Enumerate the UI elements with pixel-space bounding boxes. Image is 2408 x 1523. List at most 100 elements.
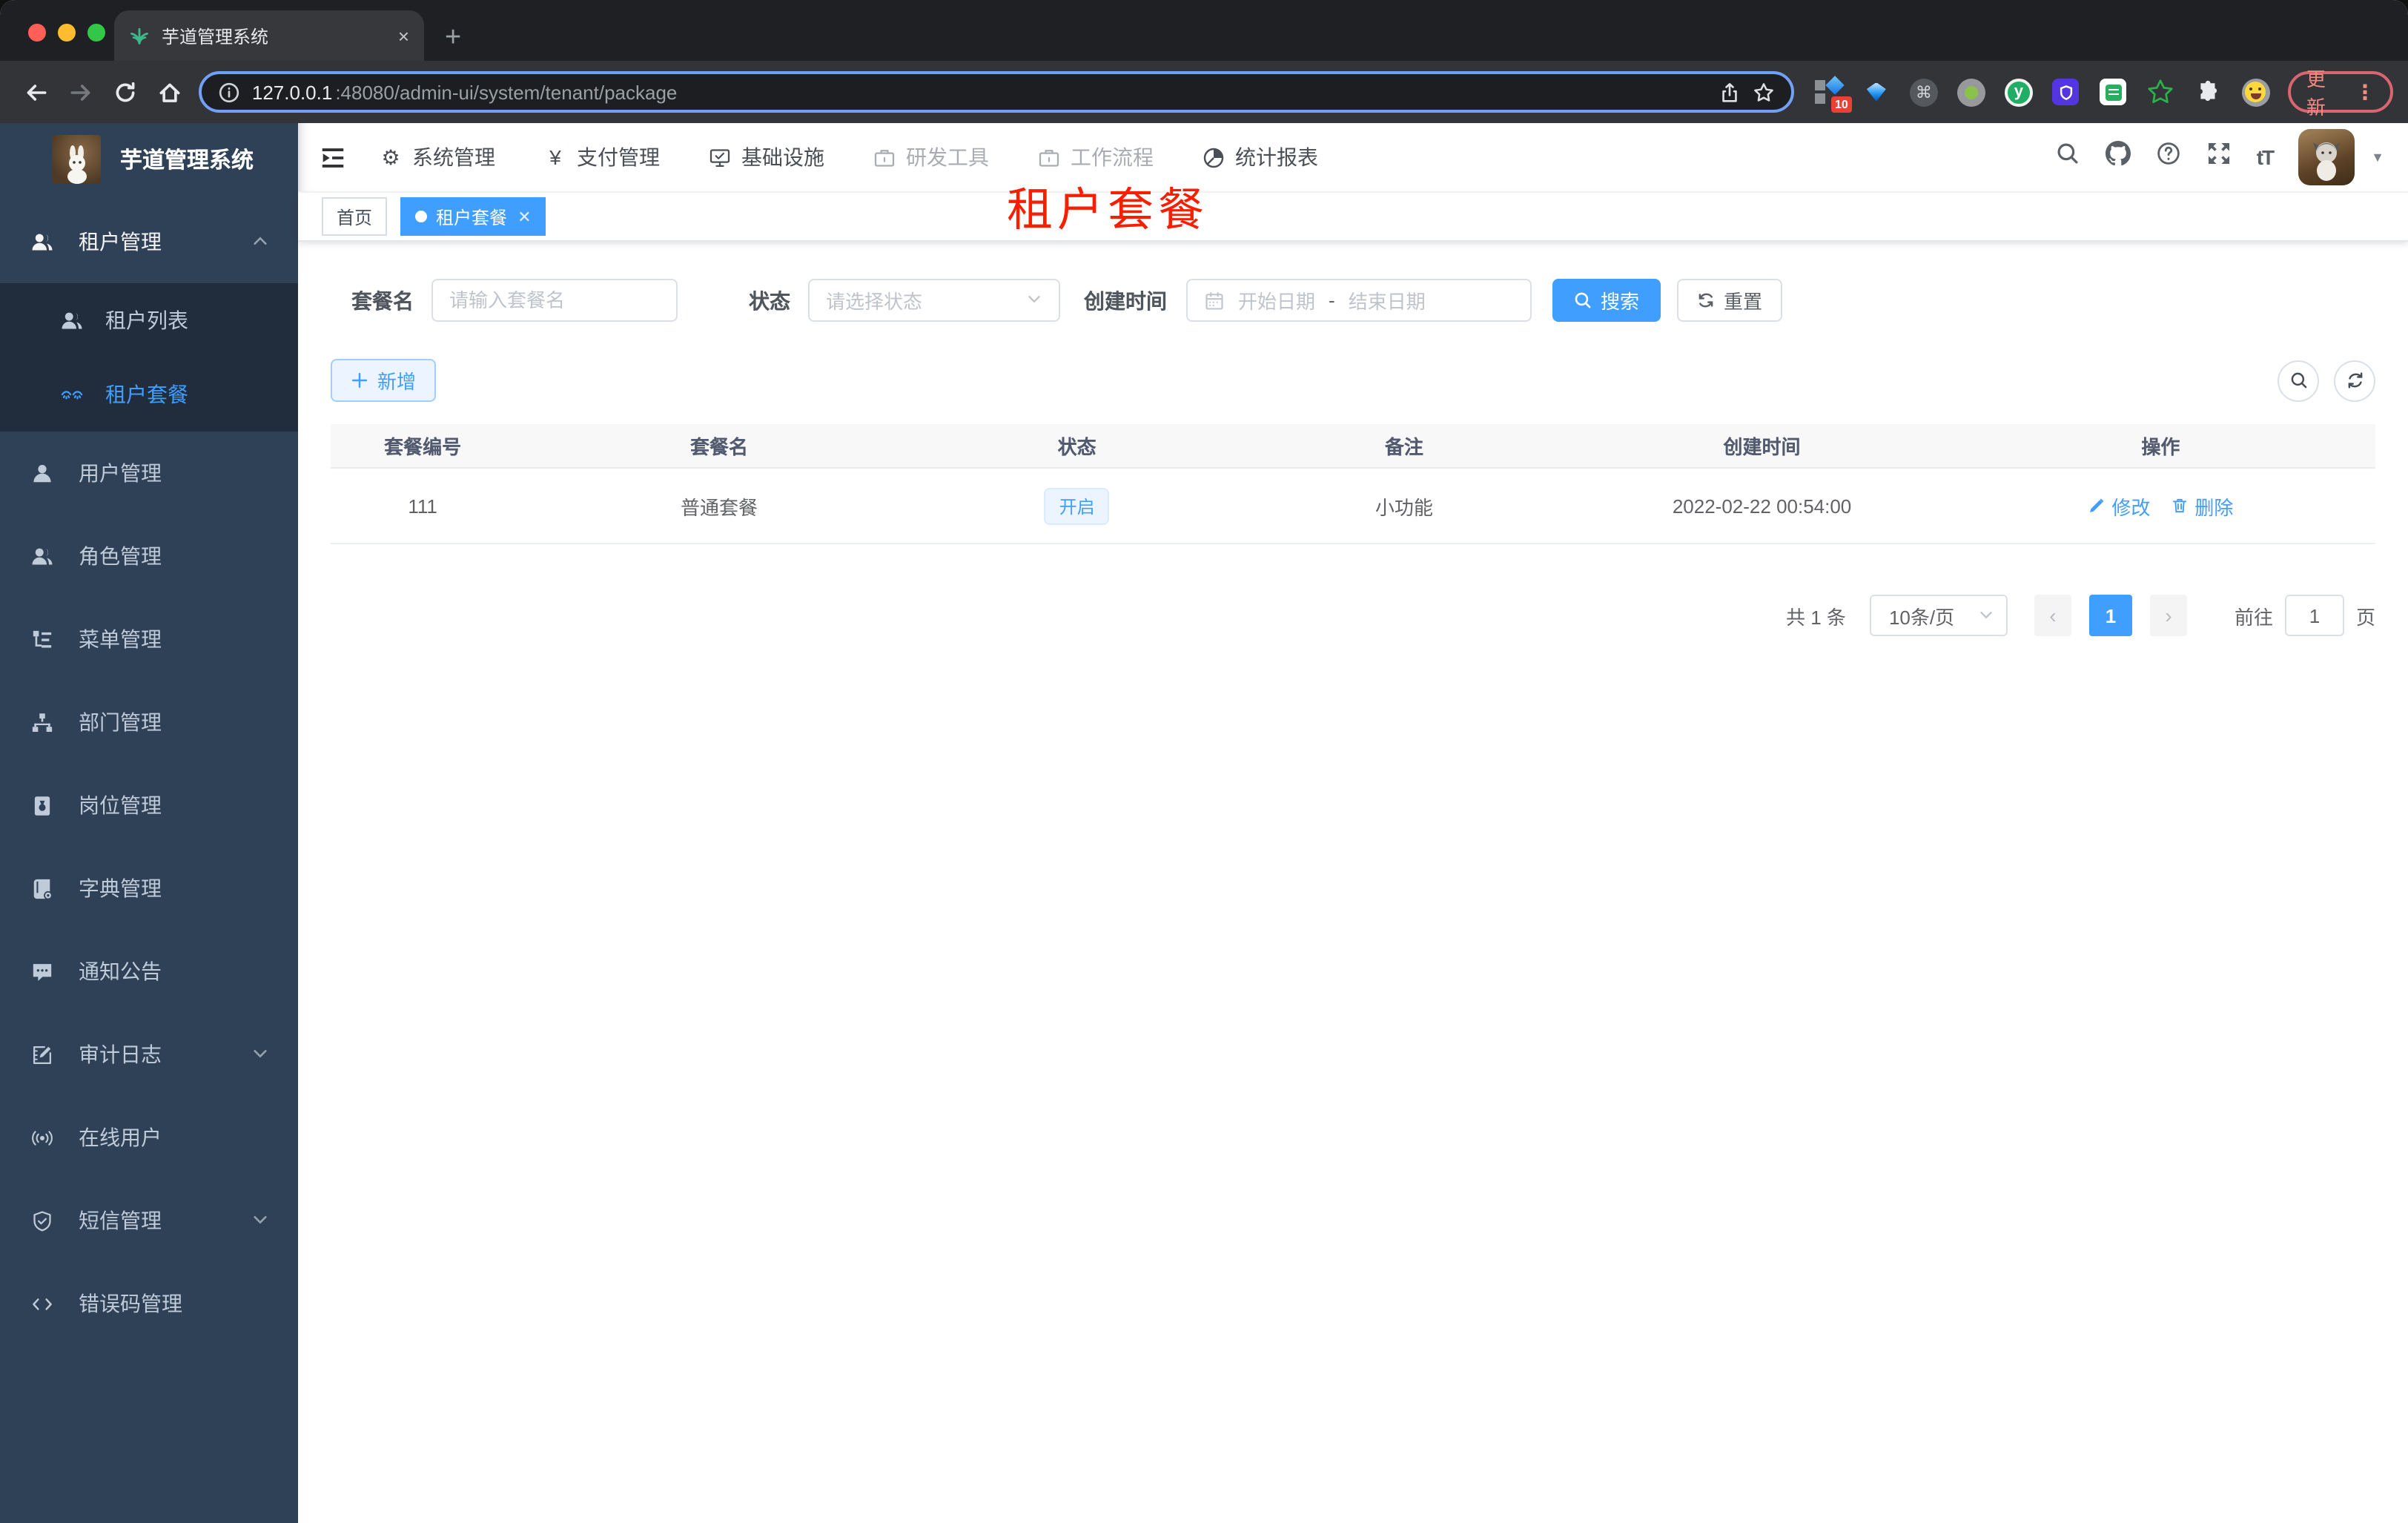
status-badge: 开启 xyxy=(1044,487,1110,524)
forward-button[interactable] xyxy=(59,79,102,105)
sidebar-item-tenant-management[interactable]: 租户管理 xyxy=(0,200,298,283)
font-size-icon[interactable]: tT xyxy=(2257,145,2275,169)
extension-puzzle-icon[interactable] xyxy=(2194,77,2223,107)
logo-row[interactable]: 芋道管理系统 xyxy=(0,126,298,191)
help-icon[interactable] xyxy=(2156,141,2181,174)
browser-titlebar: 芋道管理系统 × + xyxy=(0,0,2408,61)
nav-item-workflow[interactable]: 工作流程 xyxy=(1038,142,1154,172)
sidebar-item-tenant-package[interactable]: 租户套餐 xyxy=(0,357,298,432)
edit-link[interactable]: 修改 xyxy=(2088,492,2150,520)
back-button[interactable] xyxy=(15,79,59,105)
sidebar-item-dict-management[interactable]: 字典管理 xyxy=(0,847,298,930)
tag-home[interactable]: 首页 xyxy=(322,197,388,236)
search-icon[interactable] xyxy=(2055,141,2080,174)
sidebar-item-dept-management[interactable]: 部门管理 xyxy=(0,681,298,764)
extension-star-icon[interactable] xyxy=(2146,77,2176,107)
status-select[interactable]: 请选择状态 xyxy=(808,279,1060,322)
site-info-icon[interactable] xyxy=(218,81,240,103)
id-badge-icon xyxy=(31,794,53,816)
page-number-button[interactable]: 1 xyxy=(2088,595,2132,636)
tag-close-icon[interactable]: ✕ xyxy=(517,207,531,226)
extension-gem-icon[interactable] xyxy=(1862,77,1891,107)
browser-toolbar: 127.0.0.1:48080/admin-ui/system/tenant/p… xyxy=(0,61,2408,123)
browser-tab[interactable]: 芋道管理系统 × xyxy=(114,10,424,61)
extension-chat-icon[interactable] xyxy=(2099,77,2128,107)
sidebar-item-sms-management[interactable]: 短信管理 xyxy=(0,1179,298,1262)
page-size-select[interactable]: 10条/页 xyxy=(1869,595,2008,636)
bookmark-star-icon[interactable] xyxy=(1753,81,1776,103)
sidebar-item-notice[interactable]: 通知公告 xyxy=(0,930,298,1013)
chevron-down-icon xyxy=(252,1209,268,1232)
reset-button[interactable]: 重置 xyxy=(1677,279,1782,322)
extension-emoji-icon[interactable] xyxy=(2241,77,2271,107)
package-name-input[interactable] xyxy=(431,279,678,322)
nav-item-system[interactable]: ⚙ 系统管理 xyxy=(380,142,495,172)
pagination: 共 1 条 10条/页 ‹ 1 › 前往 页 xyxy=(331,595,2375,636)
code-icon xyxy=(31,1292,53,1315)
next-page-button[interactable]: › xyxy=(2149,595,2187,636)
avatar[interactable] xyxy=(2298,129,2355,185)
share-icon[interactable] xyxy=(1719,81,1742,103)
nav-item-report[interactable]: 统计报表 xyxy=(1203,142,1318,172)
extension-shield-icon[interactable] xyxy=(2051,77,2081,107)
data-table: 套餐编号 套餐名 状态 备注 创建时间 操作 111 普通套餐 开启 小功能 2… xyxy=(331,424,2375,544)
gear-icon: ⚙ xyxy=(381,145,400,168)
address-bar[interactable]: 127.0.0.1:48080/admin-ui/system/tenant/p… xyxy=(198,71,1795,113)
zoom-window-button[interactable] xyxy=(87,24,105,42)
close-window-button[interactable] xyxy=(28,24,46,42)
delete-link[interactable]: 删除 xyxy=(2171,492,2233,520)
screen: 芋道管理系统 × + 127.0.0.1:48080/admin-ui/syst… xyxy=(0,0,2408,1523)
cell-created-time: 2022-02-22 00:54:00 xyxy=(1672,495,1852,517)
nav-item-devtools[interactable]: 研发工具 xyxy=(873,142,989,172)
new-tab-button[interactable]: + xyxy=(445,24,461,52)
date-range-picker[interactable]: 开始日期 - 结束日期 xyxy=(1186,279,1532,322)
goto-label: 前往 xyxy=(2234,606,2273,628)
toggle-search-button[interactable] xyxy=(2278,360,2319,401)
page-content: 套餐名 状态 请选择状态 创建时间 开始日期 - 结束日期 xyxy=(298,242,2408,1523)
sidebar-menu: 租户管理 租户列表 租户套餐 用户管理 角色管理 菜单管理 部门管理 岗位管理 … xyxy=(0,191,298,1345)
chevron-down-icon xyxy=(252,1043,268,1066)
fullscreen-icon[interactable] xyxy=(2206,141,2232,174)
goto-page-input[interactable] xyxy=(2284,595,2344,636)
extension-dot-icon[interactable] xyxy=(1956,77,1986,107)
menu-tree-icon xyxy=(31,628,53,650)
people-icon xyxy=(31,231,53,253)
sidebar-item-tenant-list[interactable]: 租户列表 xyxy=(0,283,298,357)
tag-tenant-package[interactable]: 租户套餐 ✕ xyxy=(400,197,546,236)
sidebar-item-menu-management[interactable]: 菜单管理 xyxy=(0,598,298,681)
main-area: ⚙ 系统管理 ¥ 支付管理 基础设施 研发工具 工作流程 统计报表 tT ▼ 首… xyxy=(298,123,2408,1523)
tenant-package-icon xyxy=(61,383,83,406)
home-button[interactable] xyxy=(147,79,191,105)
minimize-window-button[interactable] xyxy=(58,24,76,42)
sidebar-item-role-management[interactable]: 角色管理 xyxy=(0,515,298,598)
extension-command-icon[interactable]: ⌘ xyxy=(1909,77,1939,107)
sidebar-item-online-users[interactable]: 在线用户 xyxy=(0,1096,298,1179)
tab-close-icon[interactable]: × xyxy=(398,26,409,45)
prev-page-button[interactable]: ‹ xyxy=(2034,595,2071,636)
filter-date-label: 创建时间 xyxy=(1084,288,1167,312)
table-row: 111 普通套餐 开启 小功能 2022-02-22 00:54:00 修改 删… xyxy=(331,469,2375,544)
extension-grid-icon[interactable]: 10 xyxy=(1814,76,1853,113)
browser-update-button[interactable]: 更新 ⋮ xyxy=(2288,68,2394,119)
sidebar-item-post-management[interactable]: 岗位管理 xyxy=(0,764,298,847)
extension-y-icon[interactable]: y xyxy=(2004,77,2034,107)
caret-down-icon[interactable]: ▼ xyxy=(2371,150,2384,165)
search-button[interactable]: 搜索 xyxy=(1552,279,1661,322)
collapse-sidebar-icon[interactable] xyxy=(319,143,347,171)
active-tag-dot xyxy=(415,211,428,222)
message-icon xyxy=(31,960,53,982)
sidebar-item-user-management[interactable]: 用户管理 xyxy=(0,432,298,515)
app-title: 芋道管理系统 xyxy=(120,148,254,173)
extension-bar: 10 ⌘ y xyxy=(1814,76,2271,113)
top-nav: ⚙ 系统管理 ¥ 支付管理 基础设施 研发工具 工作流程 统计报表 xyxy=(380,142,1318,172)
sidebar-item-audit-log[interactable]: 审计日志 xyxy=(0,1013,298,1096)
add-button[interactable]: 新增 xyxy=(331,359,436,402)
dictionary-book-icon xyxy=(31,877,53,899)
sidebar-item-error-code[interactable]: 错误码管理 xyxy=(0,1262,298,1345)
nav-item-pay[interactable]: ¥ 支付管理 xyxy=(544,142,660,172)
refresh-button[interactable] xyxy=(2334,360,2375,401)
browser-menu-icon[interactable]: ⋮ xyxy=(2355,79,2375,105)
reload-button[interactable] xyxy=(103,79,147,105)
nav-item-infra[interactable]: 基础设施 xyxy=(709,142,824,172)
github-icon[interactable] xyxy=(2105,141,2131,174)
